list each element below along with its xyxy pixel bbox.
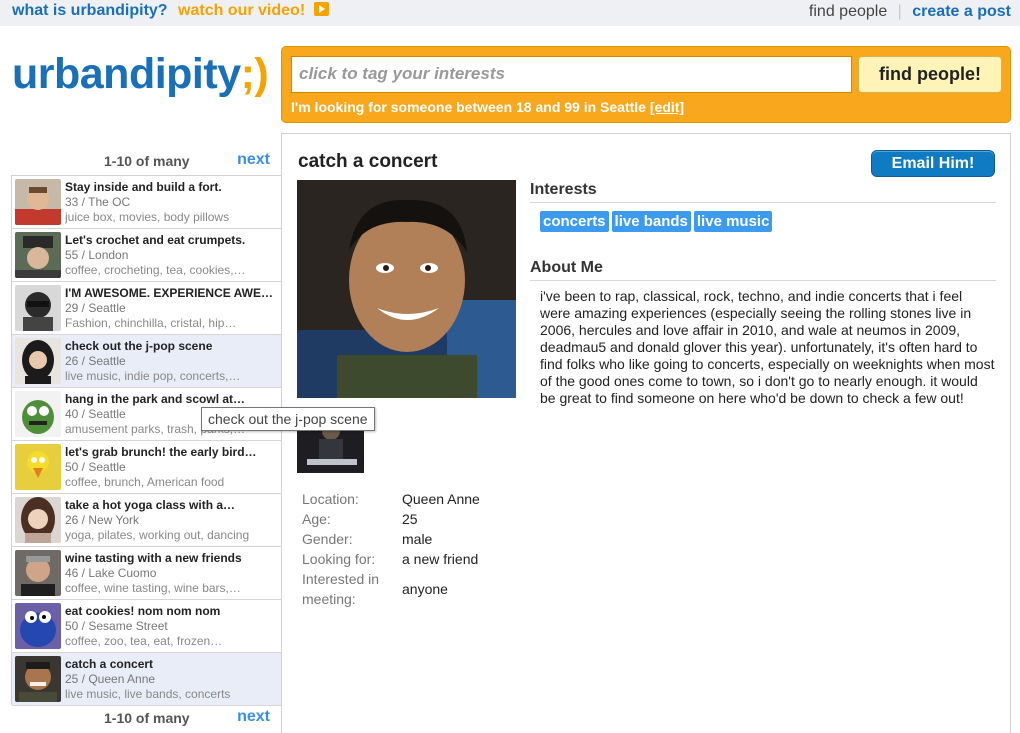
list-item-meta: 26 / Seattle [65, 354, 126, 368]
watch-video-link[interactable]: watch our video! [178, 2, 305, 19]
list-item-title: Stay inside and build a fort. [65, 180, 222, 194]
avatar [15, 444, 61, 490]
about-me-text: i've been to rap, classical, rock, techn… [540, 288, 995, 406]
list-item-meta: 40 / Seattle [65, 407, 126, 421]
site-logo[interactable]: urbandipity;) [12, 50, 269, 99]
create-post-link[interactable]: create a post [912, 3, 1011, 20]
list-item-meta: 50 / Sesame Street [65, 619, 168, 633]
list-item[interactable]: wine tasting with a new friends 46 / Lak… [12, 547, 282, 600]
profile-panel: catch a concert Email Him! Interests con… [281, 133, 1011, 733]
avatar [15, 232, 61, 278]
list-item-meta: 26 / New York [65, 513, 140, 527]
looking-for-label: I'm looking for someone between 18 and 9… [291, 99, 646, 115]
list-item-meta: 25 / Queen Anne [65, 672, 156, 686]
gender-label: Gender: [302, 531, 353, 547]
list-item[interactable]: let's grab brunch! the early bird… 50 / … [12, 441, 282, 494]
profile-title: catch a concert [298, 151, 438, 172]
pager-bottom: 1-10 of many next [12, 708, 282, 730]
interest-tag[interactable]: live music [693, 211, 773, 232]
list-item-tags: coffee, wine tasting, wine bars,… [65, 581, 241, 595]
avatar [15, 285, 61, 331]
list-item-tags: coffee, crocheting, tea, cookies,… [65, 263, 246, 277]
list-item-meta: 46 / Lake Cuomo [65, 566, 157, 580]
list-item-meta: 55 / London [65, 248, 129, 262]
interests-heading: Interests [530, 181, 996, 203]
search-panel: click to tag your interests find people!… [281, 46, 1011, 123]
edit-link[interactable]: [edit] [650, 99, 684, 115]
age-label: Age: [302, 511, 331, 527]
age-value: 25 [402, 511, 418, 527]
interest-tags: concerts live bands live music [540, 211, 775, 232]
interest-tag[interactable]: concerts [540, 211, 609, 232]
list-item-title: Let's crochet and eat crumpets. [65, 233, 246, 247]
looking-for-label: Looking for: [302, 551, 376, 567]
avatar [15, 338, 61, 384]
what-is-link[interactable]: what is urbandipity? [12, 2, 168, 19]
pager-count: 1-10 of many [104, 710, 190, 726]
list-item[interactable]: eat cookies! nom nom nom 50 / Sesame Str… [12, 600, 282, 653]
next-page-link[interactable]: next [237, 708, 270, 726]
pager-top: 1-10 of many next [12, 151, 282, 173]
top-bar: what is urbandipity? watch our video! fi… [0, 0, 1020, 26]
location-value: Queen Anne [402, 491, 480, 507]
list-item-title: hang in the park and scowl at… [65, 392, 246, 406]
list-item-tags: coffee, brunch, American food [65, 475, 225, 489]
play-icon[interactable] [313, 2, 329, 16]
gender-value: male [402, 531, 433, 547]
interest-tag[interactable]: live bands [611, 211, 691, 232]
list-item-tags: coffee, zoo, tea, eat, frozen… [65, 634, 223, 648]
avatar [15, 550, 61, 596]
avatar [15, 391, 61, 437]
pager-count: 1-10 of many [104, 153, 190, 169]
list-item-title: catch a concert [65, 657, 154, 671]
about-me-heading: About Me [530, 259, 996, 281]
meeting-value: anyone [402, 581, 448, 597]
find-people-link[interactable]: find people [809, 3, 887, 20]
find-people-button[interactable]: find people! [858, 56, 1002, 93]
email-him-button[interactable]: Email Him! [871, 150, 995, 177]
logo-smile: ;) [240, 50, 269, 98]
interested-in-label: Interested in [302, 571, 380, 587]
list-item[interactable]: catch a concert 25 / Queen Anne live mus… [12, 653, 282, 706]
list-item[interactable]: check out the j-pop scene 26 / Seattle l… [12, 335, 282, 388]
profile-photo[interactable] [297, 180, 516, 398]
link-separator: | [897, 3, 902, 20]
list-item-tags: yoga, pilates, working out, dancing [65, 528, 250, 542]
list-item-title: wine tasting with a new friends [65, 551, 242, 565]
list-item-tags: live music, live bands, concerts [65, 687, 231, 701]
list-item-tags: live music, indie pop, concerts,… [65, 369, 241, 383]
tooltip: check out the j-pop scene [201, 407, 375, 431]
next-page-link[interactable]: next [237, 151, 270, 169]
avatar [15, 179, 61, 225]
list-item[interactable]: take a hot yoga class with a… 26 / New Y… [12, 494, 282, 547]
interest-tag-input[interactable]: click to tag your interests [291, 56, 852, 93]
list-item-title: check out the j-pop scene [65, 339, 213, 353]
list-item-title: take a hot yoga class with a… [65, 498, 236, 512]
location-label: Location: [302, 491, 359, 507]
list-item[interactable]: I'M AWESOME. EXPERIENCE AWESOME 29 / Sea… [12, 282, 282, 335]
top-right-links: find people | create a post [809, 3, 1011, 21]
avatar [15, 603, 61, 649]
list-item-tags: juice box, movies, body pillows [65, 210, 230, 224]
list-item-title: I'M AWESOME. EXPERIENCE AWESOME [65, 286, 279, 300]
list-item-meta: 33 / The OC [65, 195, 131, 209]
avatar [15, 656, 61, 702]
looking-for-value: a new friend [402, 551, 479, 567]
avatar [15, 497, 61, 543]
list-item[interactable]: Stay inside and build a fort. 33 / The O… [12, 176, 282, 229]
list-item-title: let's grab brunch! the early bird… [65, 445, 257, 459]
top-left-links: what is urbandipity? watch our video! [12, 2, 329, 20]
meeting-label: meeting: [302, 591, 356, 607]
list-item-tags: Fashion, chinchilla, cristal, hip… [65, 316, 237, 330]
list-item[interactable]: Let's crochet and eat crumpets. 55 / Lon… [12, 229, 282, 282]
logo-text: urbandipity [12, 50, 241, 98]
looking-for-text: I'm looking for someone between 18 and 9… [291, 99, 684, 115]
list-item-meta: 29 / Seattle [65, 301, 126, 315]
list-item-meta: 50 / Seattle [65, 460, 126, 474]
results-list: Stay inside and build a fort. 33 / The O… [11, 175, 282, 706]
list-item-title: eat cookies! nom nom nom [65, 604, 221, 618]
